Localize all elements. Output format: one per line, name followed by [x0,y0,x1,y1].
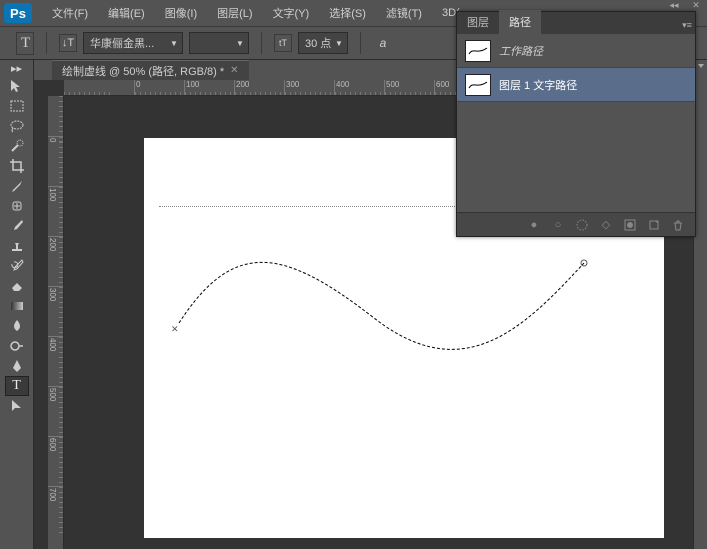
ruler-tick: 500 [48,386,63,436]
chevron-down-icon: ▼ [168,39,180,48]
tool-preset-icon[interactable]: T [16,32,34,55]
anti-alias-icon[interactable]: a [373,36,393,50]
collapse-right-icon[interactable]: ◂◂ [663,0,685,10]
stroke-path-icon[interactable]: ○ [551,218,565,232]
new-path-icon[interactable] [647,218,661,232]
ruler-tick: 400 [48,336,63,386]
font-family-dropdown[interactable]: 华康俪金黑... ▼ [83,32,183,54]
brush-tool[interactable] [5,216,29,236]
ruler-tick: 200 [234,80,284,96]
add-mask-icon[interactable] [623,218,637,232]
close-icon[interactable]: ✕ [230,65,238,76]
window-controls: ◂◂ ✕ [663,0,707,10]
menu-layer[interactable]: 图层(L) [207,1,262,25]
font-style-dropdown[interactable]: ▼ [189,32,249,54]
menu-image[interactable]: 图像(I) [155,1,207,25]
expand-tools-icon[interactable]: ▸▸ [12,64,22,72]
close-icon[interactable]: ✕ [685,0,707,10]
ruler-tick: 300 [284,80,334,96]
ruler-tick: 600 [48,436,63,486]
stamp-tool[interactable] [5,236,29,256]
font-size-dropdown[interactable]: 30 点 ▼ [298,32,348,54]
font-size-icon[interactable]: tT [274,34,292,52]
font-family-value: 华康俪金黑... [90,35,154,51]
ruler-vertical[interactable]: 0 100 200 300 400 500 600 700 [48,96,64,549]
svg-text:✕: ✕ [171,324,179,334]
tab-paths[interactable]: 路径 [499,10,541,34]
move-tool[interactable] [5,76,29,96]
ruler-tick: 0 [48,136,63,186]
tab-layers[interactable]: 图层 [457,10,499,34]
ruler-tick: 400 [334,80,384,96]
divider [46,32,47,54]
text-orientation-toggle[interactable]: ↓T [59,34,77,52]
document-tab-title: 绘制虚线 @ 50% (路径, RGB/8) * [62,63,224,79]
chevron-down-icon: ▼ [234,39,246,48]
document-tab[interactable]: 绘制虚线 @ 50% (路径, RGB/8) * ✕ [52,60,249,80]
panel-body: 工作路径 图层 1 文字路径 [457,34,695,212]
expand-icon[interactable] [698,64,704,70]
path-item-work[interactable]: 工作路径 [457,34,695,68]
panel-footer: ● ○ ◇ [457,212,695,236]
pen-tool[interactable] [5,356,29,376]
path-thumbnail [465,74,491,96]
dodge-tool[interactable] [5,336,29,356]
app-logo[interactable]: Ps [4,3,32,23]
panel-empty-area[interactable] [457,102,695,212]
ruler-tick: 200 [48,236,63,286]
menu-filter[interactable]: 滤镜(T) [376,1,432,25]
ruler-tick: 300 [48,286,63,336]
divider [261,32,262,54]
crop-tool[interactable] [5,156,29,176]
type-tool[interactable]: T [5,376,29,396]
trash-icon[interactable] [671,218,685,232]
font-size-value: 30 点 [305,35,331,51]
path-to-selection-icon[interactable] [575,218,589,232]
menu-edit[interactable]: 编辑(E) [98,1,155,25]
lasso-tool[interactable] [5,116,29,136]
chevron-down-icon: ▼ [333,39,345,48]
menu-file[interactable]: 文件(F) [42,1,98,25]
blur-tool[interactable] [5,316,29,336]
path-item-layer1-text[interactable]: 图层 1 文字路径 [457,68,695,102]
ruler-tick: 0 [134,80,184,96]
tool-panel: ▸▸ T [0,60,34,549]
marquee-tool[interactable] [5,96,29,116]
fill-path-icon[interactable]: ● [527,218,541,232]
make-work-path-icon[interactable]: ◇ [599,218,613,232]
quick-select-tool[interactable] [5,136,29,156]
path-item-label: 图层 1 文字路径 [499,77,577,93]
eraser-tool[interactable] [5,276,29,296]
path-thumbnail [465,40,491,62]
eyedropper-tool[interactable] [5,176,29,196]
menu-select[interactable]: 选择(S) [319,1,376,25]
path-select-tool[interactable] [5,396,29,416]
ruler-tick: 500 [384,80,434,96]
menu-type[interactable]: 文字(Y) [263,1,320,25]
gradient-tool[interactable] [5,296,29,316]
panel-menu-icon[interactable]: ▾≡ [679,17,695,34]
ruler-tick: 100 [184,80,234,96]
ruler-tick: 100 [48,186,63,236]
panel-tabs: 图层 路径 ▾≡ [457,12,695,34]
path-item-label: 工作路径 [499,43,543,59]
paths-panel[interactable]: 图层 路径 ▾≡ 工作路径 图层 1 文字路径 ● ○ ◇ [456,11,696,237]
divider [360,32,361,54]
healing-tool[interactable] [5,196,29,216]
ruler-tick: 700 [48,486,63,536]
history-brush-tool[interactable] [5,256,29,276]
